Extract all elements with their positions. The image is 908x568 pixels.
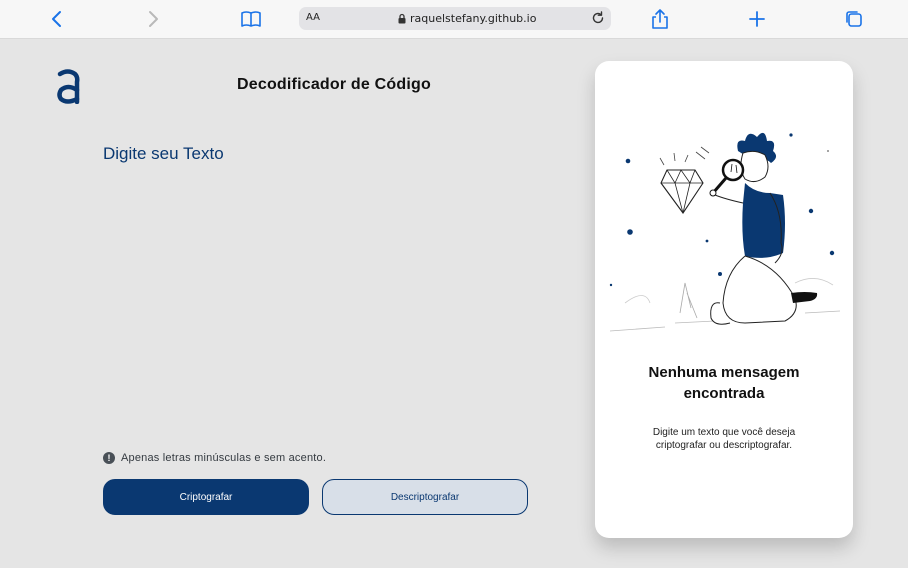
browser-toolbar: AA raquelstefany.github.io <box>0 0 908 39</box>
address-bar[interactable]: AA raquelstefany.github.io <box>299 7 611 30</box>
plus-icon <box>749 11 765 27</box>
chevron-left-icon <box>52 11 61 27</box>
share-button[interactable] <box>648 7 672 31</box>
page-title: Decodificador de Código <box>237 76 431 93</box>
chevron-right-icon <box>149 11 158 27</box>
tabs-button[interactable] <box>842 7 866 31</box>
lock-icon <box>398 13 406 24</box>
hint-text: Apenas letras minúsculas e sem acento. <box>121 452 327 464</box>
forward-button[interactable] <box>141 7 165 31</box>
empty-state-text: Digite um texto que você deseja criptogr… <box>652 427 796 451</box>
new-tab-button[interactable] <box>745 7 769 31</box>
reader-text-size-button[interactable]: AA <box>306 12 320 23</box>
encrypt-button[interactable]: Criptografar <box>103 479 309 515</box>
share-icon <box>652 9 668 29</box>
tabs-icon <box>846 11 862 27</box>
back-button[interactable] <box>45 7 69 31</box>
person-magnifying-glass-illustration <box>609 132 841 332</box>
output-panel: Nenhuma mensagem encontrada Digite um te… <box>595 61 853 538</box>
message-input[interactable] <box>101 140 541 430</box>
input-hint: ! Apenas letras minúsculas e sem acento. <box>103 452 326 464</box>
book-icon <box>241 11 261 27</box>
decrypt-button[interactable]: Descriptografar <box>322 479 528 515</box>
alura-logo[interactable] <box>55 68 81 104</box>
empty-state-title: Nenhuma mensagem encontrada <box>648 364 800 402</box>
url-text: raquelstefany.github.io <box>410 12 537 25</box>
bookmarks-button[interactable] <box>239 7 263 31</box>
reload-icon[interactable] <box>589 9 607 27</box>
exclamation-icon: ! <box>103 452 115 464</box>
